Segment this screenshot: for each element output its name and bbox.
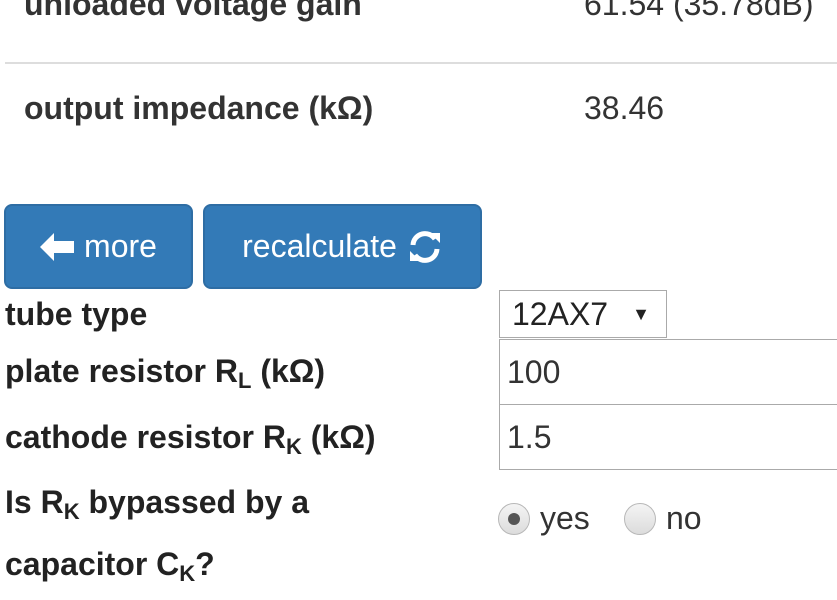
cathode-resistor-label-unit: (kΩ) [301,419,376,455]
bypass-label-line1-text: Is R [5,484,64,520]
radio-yes-label: yes [540,500,590,536]
output-impedance-value: 38.46 [584,90,665,126]
dropdown-arrow-icon: ▼ [632,304,650,324]
bypass-label-line2-rest: ? [195,546,215,582]
bypass-label: Is RK bypassed by a capacitor CK? [5,476,309,600]
bypass-label-line1-rest: bypassed by a [79,484,310,520]
cathode-resistor-label-text: cathode resistor R [5,419,286,455]
cathode-resistor-input[interactable]: 1.5 [499,404,837,470]
more-button-label: more [84,228,157,264]
cathode-resistor-value: 1.5 [507,418,552,455]
cathode-resistor-label-sub: K [285,434,302,459]
tube-type-label: tube type [5,296,148,332]
bypass-label-line2-sub: K [179,561,196,586]
tube-type-select[interactable]: 12AX7 ▼ [499,290,667,338]
plate-resistor-value: 100 [507,353,561,390]
results-divider [5,62,837,64]
bypass-label-line2-text: capacitor C [5,546,180,582]
radio-no-label: no [666,500,702,536]
output-impedance-row: output impedance (kΩ) 38.46 [0,90,837,130]
plate-resistor-label-text: plate resistor R [5,353,238,389]
recalculate-button[interactable]: recalculate [203,204,482,289]
bypass-no-option[interactable]: no [624,500,702,537]
refresh-icon [409,230,440,263]
arrow-left-icon [40,232,75,261]
output-impedance-label: output impedance (kΩ) [24,90,374,126]
voltage-gain-value: 61.54 (35.78dB) [584,0,814,22]
radio-no-button[interactable] [624,502,656,535]
recalculate-button-label: recalculate [242,228,397,264]
bypass-label-line1: Is RK bypassed by a [5,476,309,538]
bypass-label-line1-sub: K [63,499,80,524]
voltage-gain-row: unloaded voltage gain 61.54 (35.78dB) [0,0,837,62]
cathode-resistor-label: cathode resistor RK (kΩ) [5,419,376,460]
radio-yes-button[interactable] [498,502,530,535]
more-button[interactable]: more [4,204,193,289]
bypass-label-line2: capacitor CK? [5,538,309,600]
plate-resistor-label-unit: (kΩ) [251,353,326,389]
plate-resistor-label-sub: L [237,368,252,393]
plate-resistor-input[interactable]: 100 [499,339,837,405]
bypass-yes-option[interactable]: yes [498,500,590,537]
tube-type-value: 12AX7 [512,295,609,332]
plate-resistor-label: plate resistor RL (kΩ) [5,353,325,394]
voltage-gain-label: unloaded voltage gain [24,0,362,22]
